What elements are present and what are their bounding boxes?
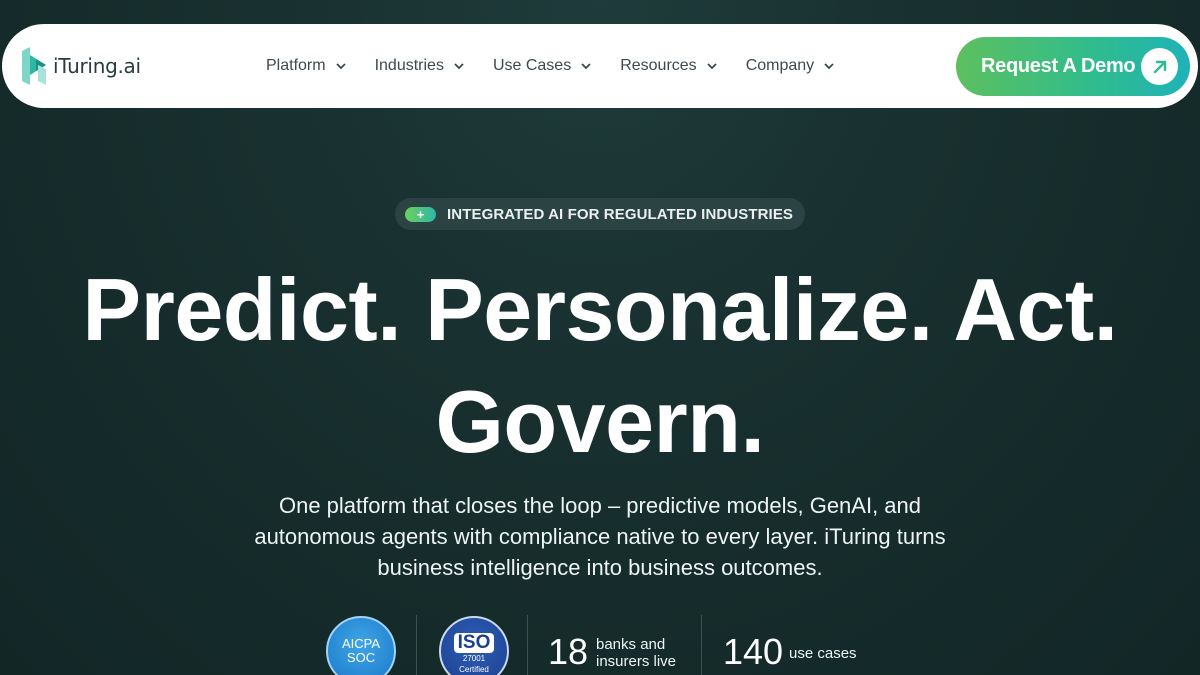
nav-item-label: Industries (374, 57, 444, 74)
plus-icon: + (405, 206, 436, 222)
stats-divider (416, 615, 417, 675)
request-demo-label: Request A Demo (981, 55, 1136, 77)
chevron-down-icon (454, 63, 464, 70)
hero-subtext: One platform that closes the loop – pred… (254, 493, 946, 580)
nav-item-platform[interactable]: Platform (266, 57, 347, 75)
headline-line-1: Predict. Personalize. Act. (82, 260, 1118, 359)
hero-badge: + INTEGRATED AI FOR REGULATED INDUSTRIES (395, 198, 805, 230)
nav-item-label: Use Cases (492, 57, 572, 74)
chevron-down-icon (581, 63, 591, 70)
use-cases-count: 140 (723, 631, 784, 672)
nav-item-label: Resources (620, 57, 697, 74)
banks-label-line-1: banks and (596, 636, 666, 653)
iso-code: 27001 (462, 654, 486, 663)
ituring-logo-icon (22, 47, 46, 85)
soc-label: SOC (346, 650, 376, 665)
badge-text: INTEGRATED AI FOR REGULATED INDUSTRIES (447, 205, 794, 223)
use-cases-label: use cases (789, 645, 857, 662)
banks-label-line-2: insurers live (596, 653, 677, 670)
nav-item-label: Company (745, 57, 815, 74)
iso-label: ISO (453, 633, 495, 653)
aicpa-soc-badge: AICPA SOC (326, 616, 396, 675)
chevron-down-icon (824, 63, 834, 70)
nav-item-use-cases[interactable]: Use Cases (493, 57, 592, 75)
iso-status: Certified (459, 665, 489, 674)
hero-headline: Predict. Personalize. Act. Govern. (0, 254, 1200, 478)
chevron-down-icon (707, 63, 717, 70)
stats-divider (701, 615, 702, 675)
aicpa-label: AICPA (341, 636, 381, 651)
nav-item-resources[interactable]: Resources (620, 57, 717, 75)
nav-item-industries[interactable]: Industries (375, 57, 465, 75)
iso-27001-badge: ISO 27001 Certified (439, 616, 509, 675)
chevron-down-icon (335, 63, 346, 70)
nav-item-label: Platform (266, 57, 326, 74)
trust-stats: AICPA SOC ISO 27001 Certified 18 banks a… (0, 615, 1200, 675)
main-menu: Platform Industries Use Cases Resources … (266, 24, 863, 108)
brand-name: iTuring.ai (53, 54, 141, 78)
stats-divider (527, 615, 528, 675)
nav-item-company[interactable]: Company (746, 57, 835, 75)
banks-count: 18 (548, 631, 589, 672)
request-demo-button[interactable]: Request A Demo (956, 37, 1190, 96)
arrow-up-right-icon (1141, 48, 1178, 85)
headline-line-2: Govern. (435, 372, 765, 471)
top-navbar: iTuring.ai Platform Industries Use Cases… (2, 24, 1198, 108)
brand-logo[interactable]: iTuring.ai (20, 45, 141, 87)
